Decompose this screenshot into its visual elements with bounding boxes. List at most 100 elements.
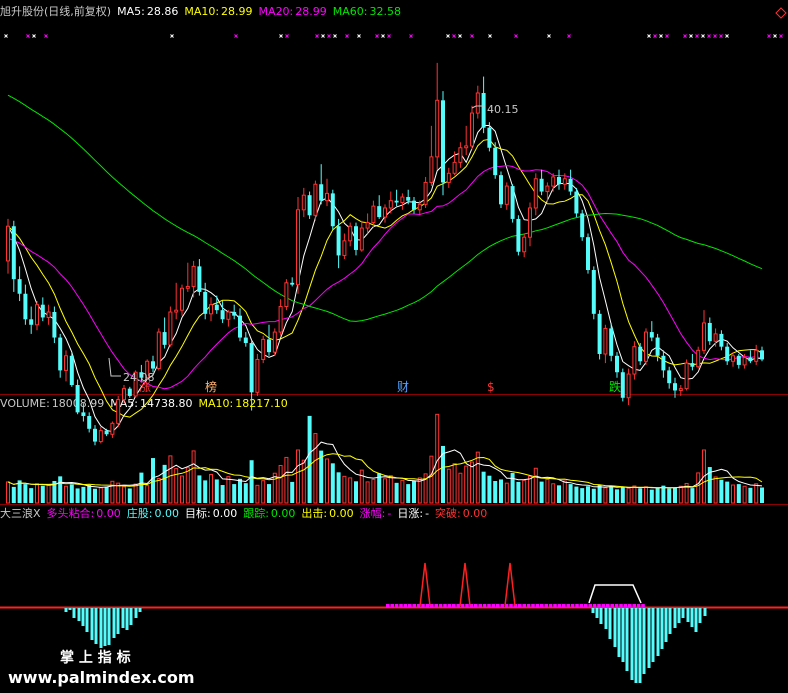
- signal-mark: [381, 34, 385, 38]
- indicator-magenta-block: [421, 604, 425, 608]
- signal-mark: [653, 34, 657, 38]
- candle-body: [510, 186, 515, 219]
- candle-body: [168, 311, 173, 346]
- signal-mark: [665, 34, 669, 38]
- candle-body: [330, 193, 335, 227]
- indicator-magenta-block: [452, 604, 456, 608]
- volume-bar: [58, 476, 63, 503]
- indicator-bar: [638, 608, 642, 683]
- volume-bar: [620, 487, 625, 503]
- candle-body: [220, 310, 225, 320]
- candle-body: [504, 185, 509, 205]
- volume-bar: [69, 484, 74, 503]
- volume-bar: [365, 481, 370, 504]
- candle-body: [174, 309, 179, 313]
- low-pointer: [108, 357, 121, 377]
- volume-bar: [255, 484, 260, 504]
- indicator-magenta-block: [553, 604, 557, 608]
- indicator-magenta-block: [619, 604, 623, 608]
- volume-bar: [267, 484, 271, 503]
- candle-body: [23, 293, 28, 320]
- volume-bar: [388, 475, 393, 504]
- volume-bar: [609, 485, 614, 503]
- indicator-magenta-block: [443, 604, 447, 608]
- candle-body: [365, 222, 370, 229]
- indicator-magenta-block: [628, 604, 632, 608]
- volume-bar: [446, 468, 451, 504]
- volume-bar: [591, 488, 596, 503]
- indicator-bar: [613, 608, 617, 647]
- indicator-bar: [99, 608, 103, 648]
- event-label-finance[interactable]: 财: [397, 380, 409, 394]
- signal-mark: [333, 34, 337, 38]
- indicator-bar: [125, 608, 129, 630]
- volume-bar: [75, 488, 80, 503]
- candle-body: [452, 161, 457, 174]
- candle-body: [632, 346, 637, 375]
- indicator-bar: [703, 608, 707, 616]
- indicator-magenta-block: [570, 604, 575, 608]
- candle-body: [69, 355, 74, 385]
- candle-body: [238, 315, 242, 338]
- candle-body: [35, 304, 39, 326]
- candle-body: [696, 349, 701, 368]
- volume-bar: [748, 487, 753, 503]
- candle-body: [620, 372, 625, 398]
- candle-body: [98, 430, 103, 443]
- volume-bar: [470, 461, 474, 504]
- signal-mark: [44, 34, 48, 38]
- volume-bar: [400, 479, 405, 504]
- candle-body: [127, 388, 132, 396]
- candle-body: [464, 145, 469, 149]
- signal-mark: [357, 34, 361, 38]
- indicator-bar: [664, 608, 668, 642]
- indicator-bar: [647, 608, 651, 668]
- signal-mark: [279, 34, 283, 38]
- indicator-magenta-block: [531, 604, 535, 608]
- candle-body: [255, 358, 260, 393]
- event-label-dollar[interactable]: $: [487, 380, 495, 394]
- indicator-bar: [686, 608, 690, 622]
- event-label-fall[interactable]: 跌: [609, 379, 621, 394]
- stock-chart[interactable]: 40.15 24.08 涨 榜 财 $ 跌 掌 上 指 标 www.palmin…: [0, 0, 788, 693]
- volume-bar: [504, 482, 509, 504]
- candle-body: [760, 350, 764, 360]
- volume-bar: [348, 477, 353, 504]
- volume-bar: [528, 475, 532, 504]
- candle-body: [359, 227, 364, 251]
- signal-mark: [725, 34, 729, 38]
- diamond-icon[interactable]: [775, 7, 787, 19]
- volume-bar: [464, 465, 469, 504]
- volume-bar: [615, 489, 619, 503]
- volume-bar: [562, 480, 567, 504]
- candle-body: [667, 370, 672, 384]
- candle-body: [580, 213, 585, 238]
- indicator-magenta-block: [623, 604, 628, 608]
- indicator-bar: [694, 608, 698, 632]
- candle-body: [267, 339, 271, 353]
- candle-body: [702, 322, 706, 351]
- volume-bar: [725, 481, 730, 503]
- candle-body: [325, 192, 329, 202]
- indicator-bar: [651, 608, 655, 662]
- candle-body: [75, 385, 80, 413]
- indicator-bar: [112, 608, 116, 638]
- volume-bar: [638, 488, 643, 503]
- volume-bar: [226, 476, 231, 504]
- candle-body: [348, 225, 353, 242]
- indicator-bar: [625, 608, 629, 671]
- candle-body: [29, 319, 34, 325]
- indicator-magenta-block: [386, 604, 390, 608]
- volume-bar: [678, 485, 683, 504]
- event-label-list[interactable]: 榜: [205, 379, 217, 394]
- volume-bar: [760, 487, 764, 503]
- candle-body: [197, 266, 202, 292]
- volume-bar: [81, 486, 86, 503]
- indicator-magenta-block: [592, 604, 597, 608]
- candle-body: [191, 265, 196, 287]
- candle-body: [475, 92, 480, 114]
- indicator-bar: [656, 608, 660, 656]
- indicator-spike: [419, 562, 431, 607]
- volume-bar: [133, 483, 138, 504]
- event-label-rise[interactable]: 涨: [139, 379, 151, 394]
